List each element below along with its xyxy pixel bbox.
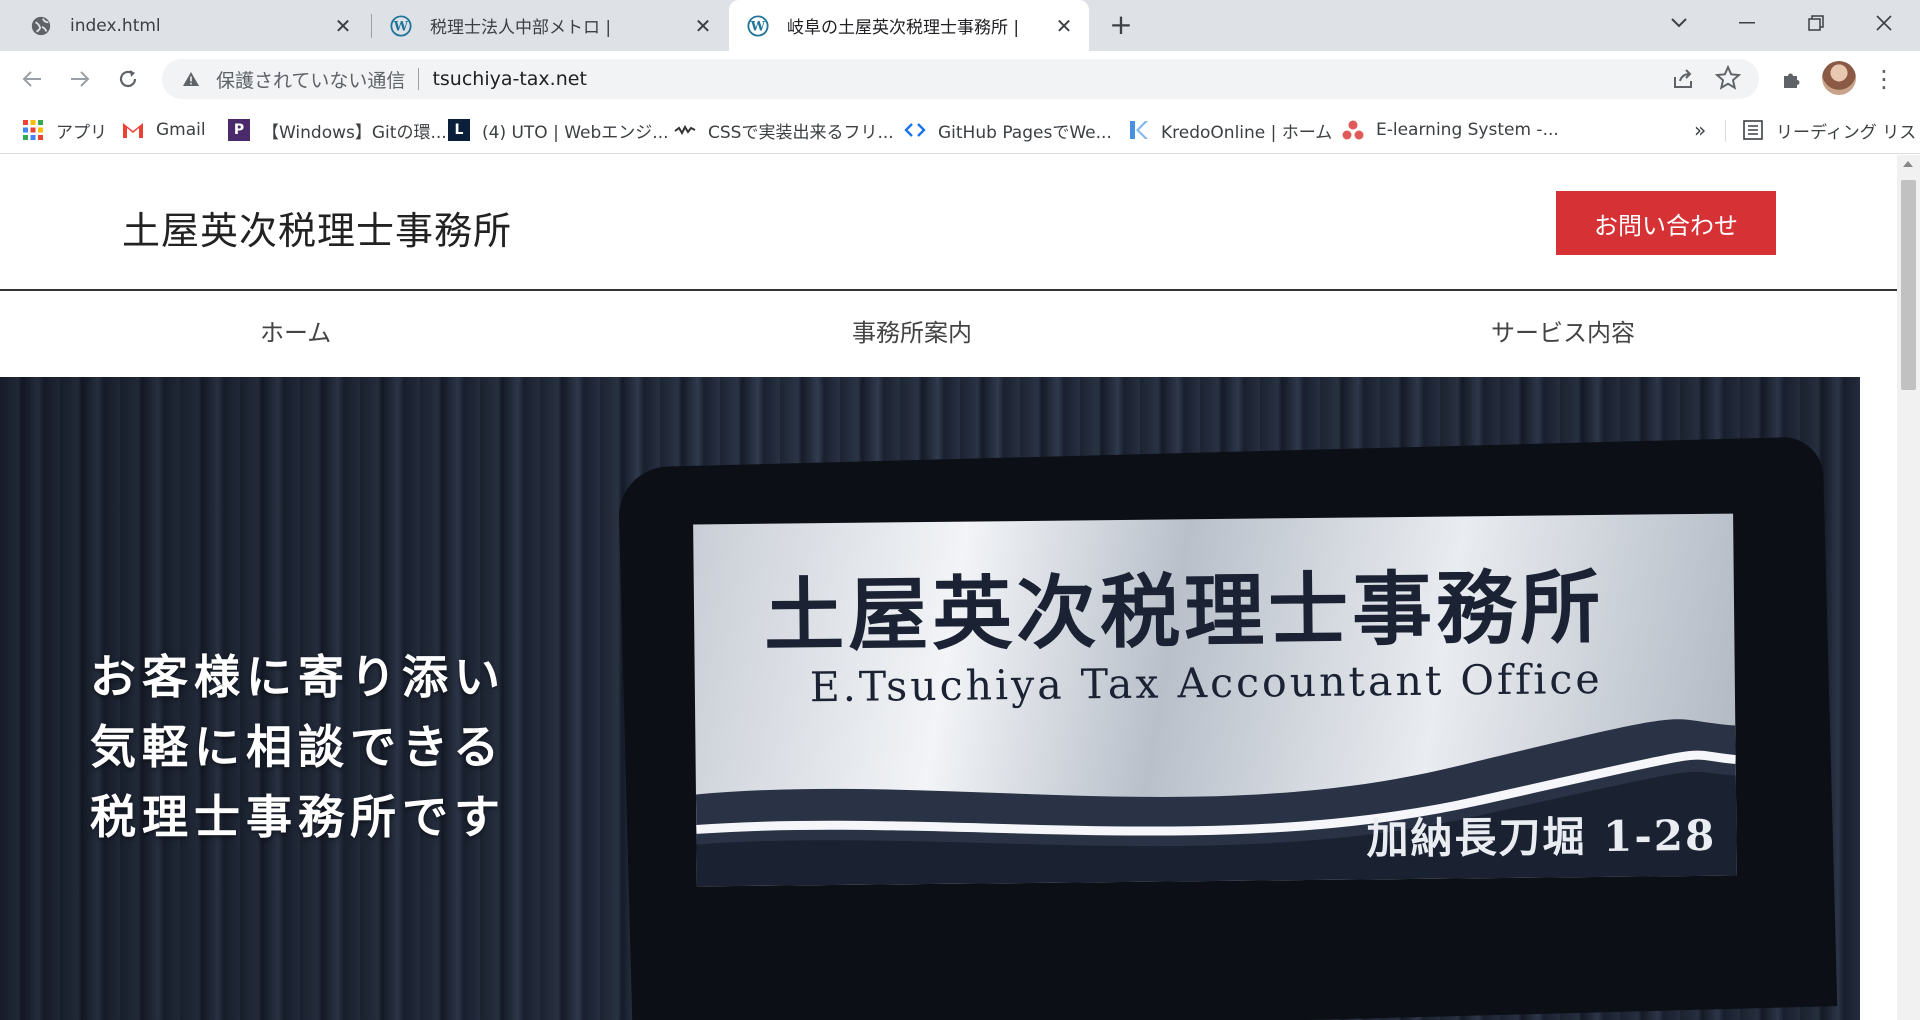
back-button[interactable]	[14, 61, 50, 97]
restore-button[interactable]	[1796, 6, 1836, 40]
bookmarks-overflow-icon[interactable]: »	[1694, 118, 1706, 142]
code-icon	[904, 123, 926, 137]
bookmark-label: Gmail	[156, 120, 206, 140]
close-icon[interactable]: ✕	[688, 11, 718, 41]
bookmark-uto[interactable]: L (4) UTO | Webエンジ...	[448, 116, 669, 144]
sign-japanese-name: 土屋英次税理士事務所	[763, 559, 1605, 663]
kredo-icon	[1130, 121, 1148, 139]
bookmark-wave-icon	[674, 124, 696, 136]
bookmark-label: CSSで実装出来るフリ...	[708, 122, 894, 143]
url-text[interactable]: tsuchiya-tax.net	[432, 68, 586, 90]
address-divider	[418, 68, 420, 90]
hero-tagline-line: 気軽に相談できる	[90, 720, 506, 774]
address-bar[interactable]: 保護されていない通信 tsuchiya-tax.net	[162, 59, 1759, 99]
bookmark-l-icon: L	[448, 119, 470, 141]
new-tab-button[interactable]: +	[1105, 10, 1137, 42]
web-page: 土屋英次税理士事務所 お問い合わせ ホーム 事務所案内 サービス内容 土屋英次税…	[0, 155, 1897, 1020]
bookmark-p-icon: P	[228, 119, 250, 141]
share-icon[interactable]	[1671, 67, 1695, 91]
sign-english-name: E.Tsuchiya Tax Accountant Office	[809, 654, 1603, 712]
nav-office-info[interactable]: 事務所案内	[852, 313, 972, 348]
site-nav: ホーム 事務所案内 サービス内容	[0, 293, 1897, 363]
security-label[interactable]: 保護されていない通信	[216, 66, 405, 93]
bookmark-star-icon[interactable]	[1715, 65, 1741, 91]
scroll-thumb[interactable]	[1901, 180, 1916, 390]
tab-title: 税理士法人中部メトロ |	[430, 18, 612, 38]
close-icon[interactable]: ✕	[328, 11, 358, 41]
sign-plate: 土屋英次税理士事務所 E.Tsuchiya Tax Accountant Off…	[693, 513, 1737, 887]
bookmark-kredo[interactable]: KredoOnline | ホーム	[1127, 116, 1332, 144]
site-header: 土屋英次税理士事務所 お問い合わせ	[0, 155, 1897, 291]
profile-avatar[interactable]	[1822, 61, 1856, 95]
reading-list-button[interactable]: リーディング リスト	[1742, 116, 1920, 144]
wordpress-icon: W	[390, 14, 412, 37]
scroll-up-arrow-icon[interactable]	[1903, 161, 1913, 167]
sign-address: 加納長刀堀 1-28	[1366, 810, 1717, 864]
bookmark-gmail[interactable]: Gmail	[122, 116, 206, 144]
bookmark-git-windows[interactable]: P 【Windows】Gitの環...	[228, 116, 447, 144]
browser-toolbar: 保護されていない通信 tsuchiya-tax.net ⋮	[0, 51, 1920, 106]
forward-button[interactable]	[62, 61, 98, 97]
tab-chubu-metro[interactable]: W 税理士法人中部メトロ | ✕	[372, 0, 728, 51]
bookmark-label: アプリ	[56, 122, 107, 143]
nav-services[interactable]: サービス内容	[1491, 313, 1635, 348]
tab-search-icon[interactable]	[1659, 6, 1699, 40]
elearning-icon	[1342, 120, 1364, 140]
tab-index-html[interactable]: index.html ✕	[0, 0, 368, 51]
bookmark-label: E-learning System -...	[1376, 120, 1559, 140]
bookmarks-divider	[1725, 120, 1726, 142]
warning-icon[interactable]	[180, 68, 202, 90]
bookmarks-bar: アプリ Gmail P 【Windows】Gitの環... L (4) UTO …	[0, 106, 1920, 154]
site-title[interactable]: 土屋英次税理士事務所	[122, 200, 512, 255]
globe-icon	[31, 16, 51, 35]
wordpress-icon: W	[747, 14, 769, 37]
reading-list-icon	[1743, 120, 1763, 140]
tab-title: 岐阜の土屋英次税理士事務所 |	[787, 18, 1020, 38]
gmail-icon	[123, 123, 143, 138]
minimize-button[interactable]	[1727, 6, 1767, 40]
reload-button[interactable]	[110, 61, 146, 97]
bookmark-elearning[interactable]: E-learning System -...	[1342, 116, 1559, 144]
tab-strip: index.html ✕ W 税理士法人中部メトロ | ✕ W 岐阜の土屋英次税…	[0, 0, 1920, 51]
tab-tsuchiya[interactable]: W 岐阜の土屋英次税理士事務所 | ✕	[729, 0, 1089, 51]
page-scrollbar[interactable]	[1897, 155, 1920, 1020]
bookmark-apps[interactable]: アプリ	[22, 116, 107, 144]
bookmark-label: GitHub PagesでWe...	[938, 122, 1112, 143]
tab-title: index.html	[70, 15, 161, 36]
menu-kebab-icon[interactable]: ⋮	[1872, 63, 1896, 95]
contact-button[interactable]: お問い合わせ	[1556, 191, 1776, 255]
bookmark-label: (4) UTO | Webエンジ...	[482, 122, 669, 143]
reading-list-label: リーディング リスト	[1776, 122, 1920, 143]
hero-image: 土屋英次税理士事務所 E.Tsuchiya Tax Accountant Off…	[0, 377, 1860, 1020]
bookmark-label: 【Windows】Gitの環...	[262, 122, 447, 143]
apps-grid-icon	[23, 120, 43, 140]
hero-tagline: お客様に寄り添い 気軽に相談できる 税理士事務所です	[90, 642, 506, 852]
close-window-button[interactable]	[1864, 6, 1904, 40]
bookmark-label: KredoOnline | ホーム	[1161, 122, 1333, 143]
bookmark-github-pages[interactable]: GitHub PagesでWe...	[904, 116, 1112, 144]
close-icon[interactable]: ✕	[1049, 11, 1079, 41]
hero-tagline-line: 税理士事務所です	[90, 790, 506, 844]
svg-text:W: W	[750, 19, 766, 34]
bookmark-css[interactable]: CSSで実装出来るフリ...	[674, 116, 894, 144]
svg-text:W: W	[393, 19, 409, 34]
hero-tagline-line: お客様に寄り添い	[90, 650, 506, 704]
nav-home[interactable]: ホーム	[260, 313, 331, 348]
extensions-puzzle-icon[interactable]	[1776, 63, 1808, 95]
